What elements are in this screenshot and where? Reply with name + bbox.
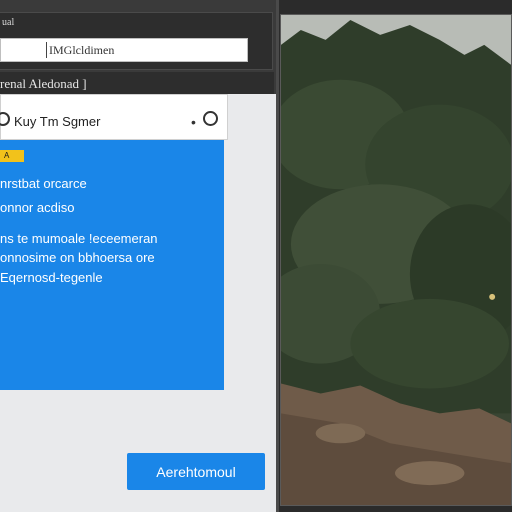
search-text[interactable]: Kuy Tm Sgmer: [14, 114, 100, 129]
search-icon[interactable]: [203, 111, 218, 126]
top-bar-label: ual: [2, 17, 15, 28]
name-field[interactable]: IMGlcldimen: [0, 38, 248, 62]
card-line: ns te mumoale !eceemeran: [0, 231, 158, 246]
panel-divider: [276, 0, 279, 512]
text-cursor: [46, 42, 47, 58]
sub-bar: renal Aledonad ]: [0, 72, 274, 94]
card-line: onnor acdiso: [0, 200, 75, 215]
status-badge: A: [0, 150, 24, 162]
card-line: Eqernosd-tegenle: [0, 270, 103, 285]
action-button[interactable]: Aerehtomoul: [127, 453, 265, 490]
card-line: onnosime on bbhoersa ore: [0, 250, 155, 265]
dot-icon: •: [191, 114, 196, 130]
sub-bar-label: renal Aledonad ]: [0, 76, 87, 91]
card-line: nrstbat orcarce: [0, 176, 87, 191]
landscape-photo: [280, 14, 512, 506]
